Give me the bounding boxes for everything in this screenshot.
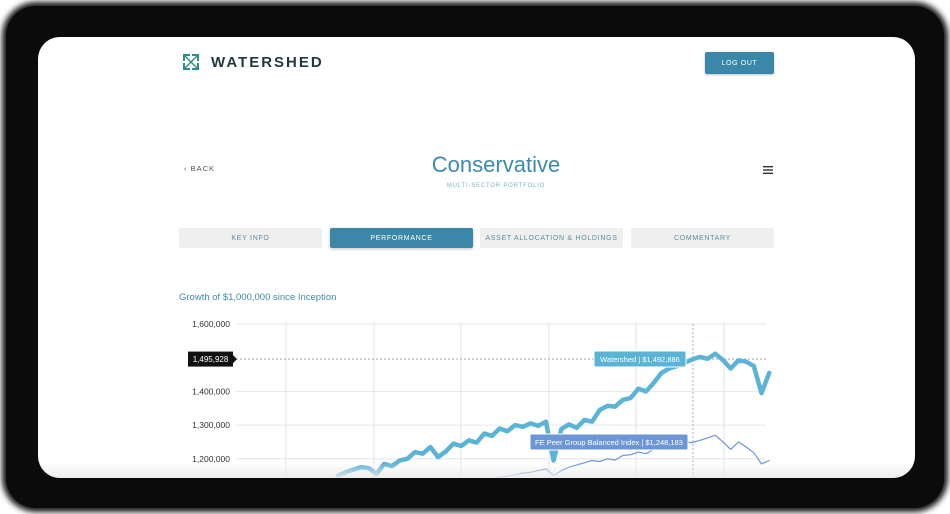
series-line-watershed <box>335 351 772 478</box>
y-tick-label: 1,300,000 <box>192 420 230 430</box>
y-tick-label: 1,400,000 <box>192 386 230 396</box>
growth-chart: 1,600,0001,400,0001,300,0001,200,0001,49… <box>188 319 772 478</box>
y-tick-label: 1,600,000 <box>192 319 230 329</box>
tooltip-peer-index: FE Peer Group Balanced Index | $1,248,18… <box>535 438 683 447</box>
crosshair-label-pointer <box>233 355 237 364</box>
tooltip-watershed: Watershed | $1,492,886 <box>600 355 680 364</box>
scroll-fade <box>38 463 915 478</box>
crosshair-label: 1,495,928 <box>193 355 229 364</box>
app-window: WATERSHED LOG OUT ‹ BACK Conservative MU… <box>38 37 915 478</box>
